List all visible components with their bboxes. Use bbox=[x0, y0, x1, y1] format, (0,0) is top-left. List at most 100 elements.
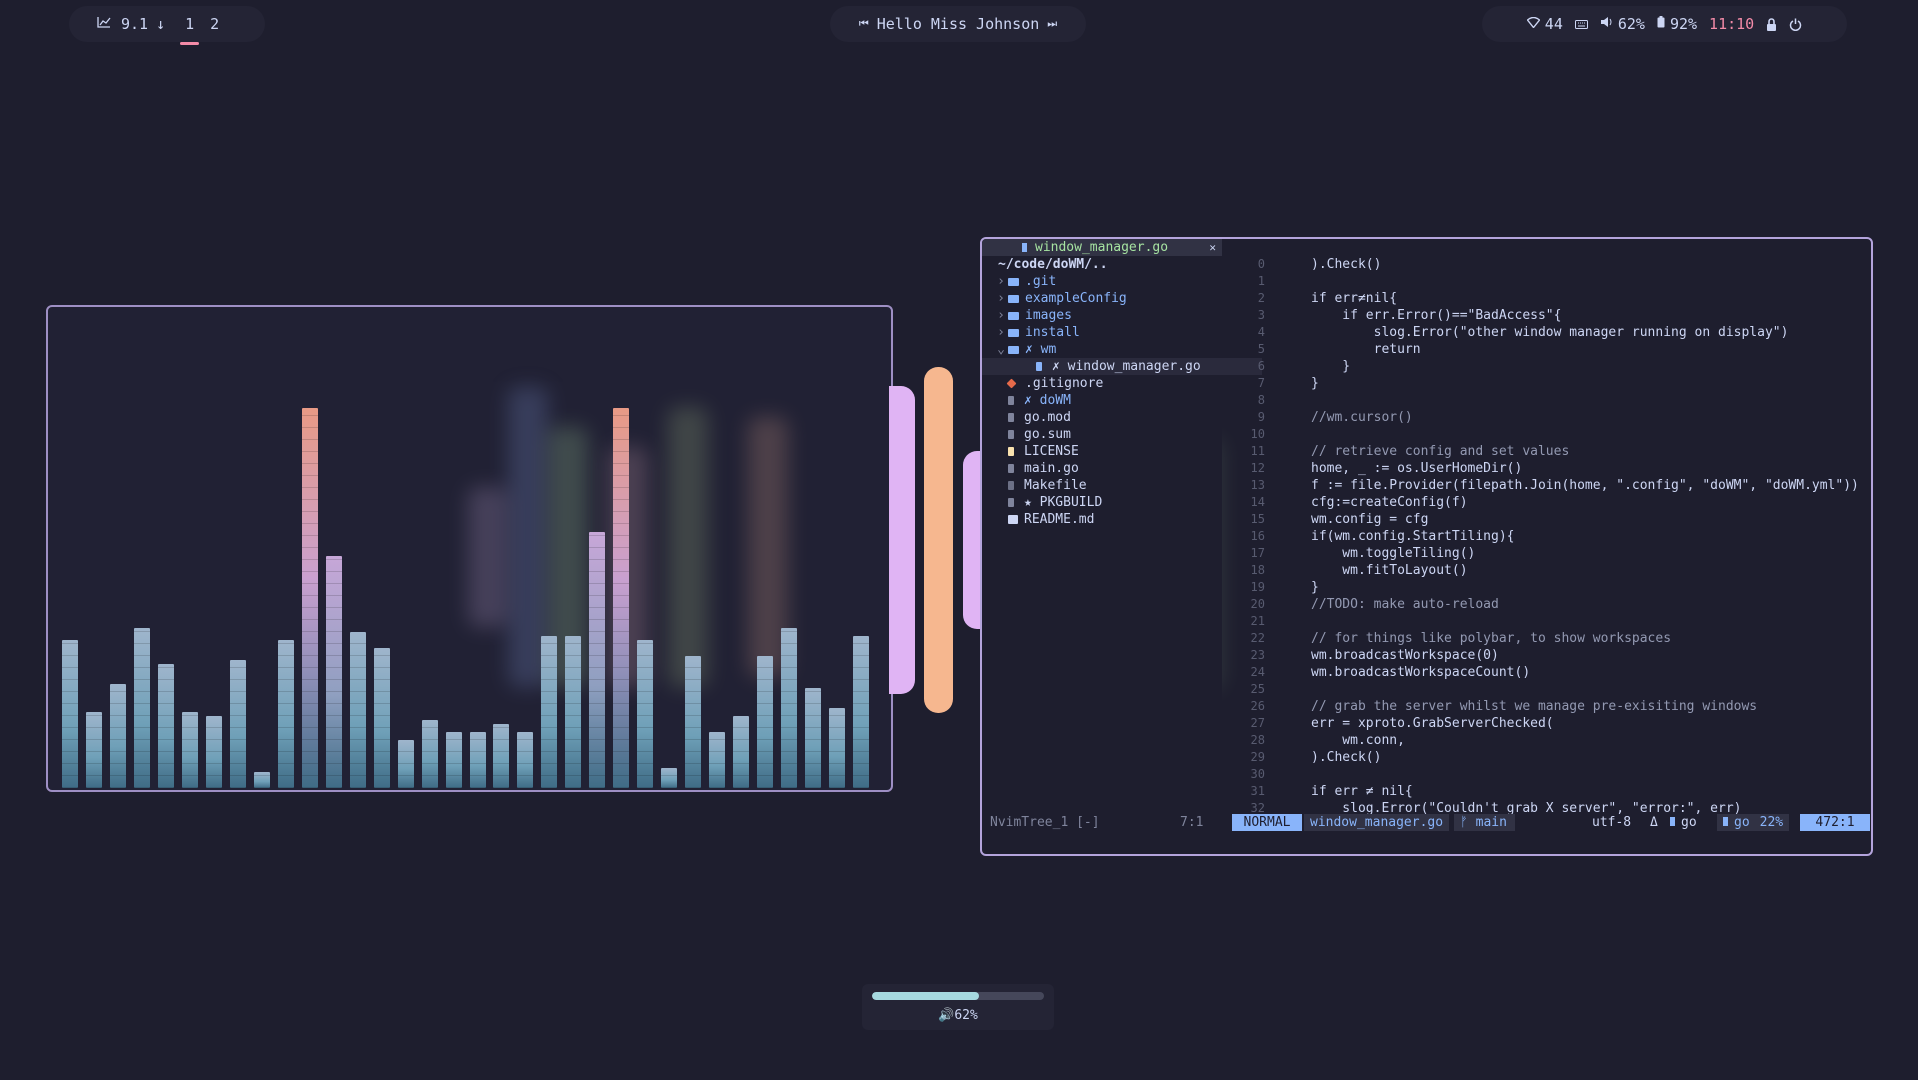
code-buffer[interactable]: 0).Check() 1 2 if err≠nil{3 if err.Error()=… bbox=[1227, 256, 1871, 821]
audio-visualizer-window[interactable] bbox=[46, 305, 893, 792]
visualizer-bar bbox=[709, 732, 726, 788]
code-line[interactable]: 19} bbox=[1227, 579, 1319, 596]
power-icon[interactable] bbox=[1789, 18, 1802, 31]
battery-indicator[interactable]: 92% bbox=[1657, 15, 1697, 33]
greeting: Hello Miss Johnson bbox=[876, 15, 1040, 33]
chevron-icon: ⌄ bbox=[997, 342, 1005, 357]
tab-window-manager[interactable]: window_manager.go ✕ bbox=[982, 239, 1222, 256]
tree-item[interactable]: .gitignore bbox=[982, 375, 1103, 392]
tree-item[interactable]: Makefile bbox=[982, 477, 1087, 494]
code-line[interactable]: 30 bbox=[1227, 766, 1311, 783]
code-line[interactable]: 11 // retrieve config and set values bbox=[1227, 443, 1570, 460]
code-line[interactable]: 7} bbox=[1227, 375, 1319, 392]
volume-osd: 🔊62% bbox=[862, 984, 1054, 1030]
code-line[interactable]: 24 wm.broadcastWorkspaceCount() bbox=[1227, 664, 1531, 681]
lock-icon[interactable] bbox=[1766, 17, 1777, 31]
tree-item[interactable]: go.mod bbox=[982, 409, 1071, 426]
tree-status-pos: 7:1 bbox=[1180, 815, 1204, 830]
volume-slider[interactable] bbox=[872, 992, 1044, 1000]
visualizer-bar bbox=[781, 628, 798, 788]
code-line[interactable]: 17 wm.toggleTiling() bbox=[1227, 545, 1476, 562]
code-line[interactable]: 31 if err ≠ nil{ bbox=[1227, 783, 1413, 800]
code-text: } bbox=[1311, 580, 1319, 595]
code-line[interactable]: 29).Check() bbox=[1227, 749, 1382, 766]
workspace-1[interactable]: 1 bbox=[180, 15, 200, 45]
code-text: wm.toggleTiling() bbox=[1311, 546, 1476, 561]
code-line[interactable]: 14 cfg:=createConfig(f) bbox=[1227, 494, 1468, 511]
volume-indicator[interactable]: 62% bbox=[1600, 15, 1645, 33]
next-track-icon[interactable]: ⏭ bbox=[1047, 17, 1057, 31]
down-arrow: ↓ bbox=[156, 15, 166, 33]
visualizer-bar bbox=[349, 632, 366, 788]
code-line[interactable]: 6 } bbox=[1227, 358, 1350, 375]
line-number: 24 bbox=[1250, 665, 1265, 679]
code-line[interactable]: 20 //TODO: make auto-reload bbox=[1227, 596, 1499, 613]
chart-line-icon bbox=[97, 16, 111, 32]
status-file: window_manager.go bbox=[1304, 814, 1450, 831]
line-number: 31 bbox=[1250, 784, 1265, 798]
code-line[interactable]: 27 err = xproto.GrabServerChecked( bbox=[1227, 715, 1554, 732]
wifi-value: 44 bbox=[1544, 15, 1563, 33]
line-number: 29 bbox=[1250, 750, 1265, 764]
tree-item[interactable]: LICENSE bbox=[982, 443, 1079, 460]
code-line[interactable]: 13 f := file.Provider(filepath.Join(home,… bbox=[1227, 477, 1859, 494]
code-line[interactable]: 10 bbox=[1227, 426, 1311, 443]
editor-window[interactable]: window_manager.go ✕ ~/code/doWM/.. › .git… bbox=[980, 237, 1873, 856]
line-number: 27 bbox=[1250, 716, 1265, 730]
code-line[interactable]: 0).Check() bbox=[1227, 256, 1382, 273]
code-text: //wm.cursor() bbox=[1311, 410, 1413, 425]
tree-item[interactable]: ★ PKGBUILD bbox=[982, 494, 1102, 511]
code-line[interactable]: 2 if err≠nil{ bbox=[1227, 290, 1397, 307]
code-line[interactable]: 12 home, _ := os.UserHomeDir() bbox=[1227, 460, 1523, 477]
code-line[interactable]: 4 slog.Error("other window manager runni… bbox=[1227, 324, 1789, 341]
code-line[interactable]: 25 bbox=[1227, 681, 1311, 698]
tree-item[interactable]: › images bbox=[982, 307, 1072, 324]
tree-item[interactable]: ✗ doWM bbox=[982, 392, 1071, 409]
go-icon bbox=[1723, 817, 1728, 826]
visualizer-bar bbox=[397, 740, 414, 788]
line-number: 9 bbox=[1257, 410, 1265, 424]
keyboard-icon[interactable] bbox=[1574, 19, 1588, 29]
code-line[interactable]: 9 //wm.cursor() bbox=[1227, 409, 1413, 426]
line-number: 6 bbox=[1257, 359, 1265, 373]
line-number: 2 bbox=[1257, 291, 1265, 305]
visualizer-bar bbox=[109, 684, 126, 788]
tree-item[interactable]: › .git bbox=[982, 273, 1056, 290]
code-line[interactable]: 16 if(wm.config.StartTiling){ bbox=[1227, 528, 1515, 545]
wifi-icon bbox=[1526, 16, 1541, 32]
code-line[interactable]: 26 // grab the server whilst we manage pr… bbox=[1227, 698, 1758, 715]
code-line[interactable]: 23 wm.broadcastWorkspace(0) bbox=[1227, 647, 1499, 664]
code-line[interactable]: 1 bbox=[1227, 273, 1311, 290]
code-line[interactable]: 28 wm.conn, bbox=[1227, 732, 1405, 749]
tree-item[interactable]: README.md bbox=[982, 511, 1094, 528]
visualizer-bar bbox=[565, 636, 582, 788]
close-icon[interactable]: ✕ bbox=[1209, 239, 1216, 256]
file-icon bbox=[1008, 413, 1014, 422]
visualizer-bar bbox=[277, 640, 294, 788]
code-text: home, _ := os.UserHomeDir() bbox=[1311, 461, 1523, 476]
tree-item[interactable]: ✗ window_manager.go bbox=[982, 358, 1262, 375]
line-number: 20 bbox=[1250, 597, 1265, 611]
code-line[interactable]: 15 wm.config = cfg bbox=[1227, 511, 1429, 528]
code-line[interactable]: 18 wm.fitToLayout() bbox=[1227, 562, 1468, 579]
code-line[interactable]: 8 bbox=[1227, 392, 1311, 409]
visualizer-bar bbox=[62, 640, 78, 788]
code-text: // for things like polybar, to show work… bbox=[1311, 631, 1672, 646]
tree-item[interactable]: main.go bbox=[982, 460, 1079, 477]
tree-item[interactable]: › install bbox=[982, 324, 1080, 341]
code-line[interactable]: 5 return bbox=[1227, 341, 1421, 358]
tree-root[interactable]: ~/code/doWM/.. bbox=[998, 256, 1108, 273]
code-text: wm.config = cfg bbox=[1311, 512, 1429, 527]
code-line[interactable]: 3 if err.Error()=="BadAccess"{ bbox=[1227, 307, 1562, 324]
code-line[interactable]: 22 // for things like polybar, to show wo… bbox=[1227, 630, 1671, 647]
tree-item[interactable]: go.sum bbox=[982, 426, 1071, 443]
visualizer-bar bbox=[325, 556, 342, 788]
mode-indicator: NORMAL bbox=[1232, 814, 1302, 831]
workspace-2[interactable]: 2 bbox=[210, 15, 219, 33]
tree-item[interactable]: › exampleConfig bbox=[982, 290, 1127, 307]
wifi-indicator[interactable]: 44 bbox=[1526, 15, 1563, 33]
previous-track-icon[interactable]: ⏮ bbox=[859, 17, 869, 31]
tree-item[interactable]: ⌄ ✗ wm bbox=[982, 341, 1056, 358]
code-line[interactable]: 21 bbox=[1227, 613, 1311, 630]
visualizer-bar bbox=[181, 712, 198, 788]
